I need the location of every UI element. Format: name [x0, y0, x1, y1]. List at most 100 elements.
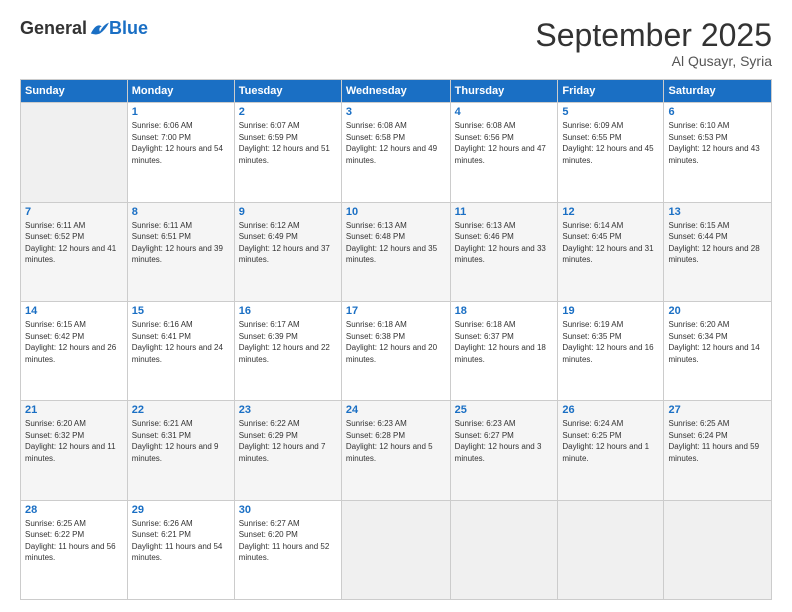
day-cell: 25 Sunrise: 6:23 AMSunset: 6:27 PMDayligh…	[450, 401, 558, 500]
day-cell: 29 Sunrise: 6:26 AMSunset: 6:21 PMDayligh…	[127, 500, 234, 599]
logo-blue-text: Blue	[109, 18, 148, 39]
day-cell: 24 Sunrise: 6:23 AMSunset: 6:28 PMDayligh…	[341, 401, 450, 500]
day-info: Sunrise: 6:18 AMSunset: 6:37 PMDaylight:…	[455, 319, 554, 365]
day-cell: 3 Sunrise: 6:08 AMSunset: 6:58 PMDaylight…	[341, 103, 450, 202]
header-cell-tuesday: Tuesday	[234, 80, 341, 103]
day-info: Sunrise: 6:13 AMSunset: 6:46 PMDaylight:…	[455, 220, 554, 266]
day-number: 10	[346, 206, 446, 218]
week-row-2: 14 Sunrise: 6:15 AMSunset: 6:42 PMDayligh…	[21, 301, 772, 400]
header-row: SundayMondayTuesdayWednesdayThursdayFrid…	[21, 80, 772, 103]
header-cell-wednesday: Wednesday	[341, 80, 450, 103]
day-info: Sunrise: 6:20 AMSunset: 6:32 PMDaylight:…	[25, 418, 123, 464]
day-info: Sunrise: 6:16 AMSunset: 6:41 PMDaylight:…	[132, 319, 230, 365]
day-number: 11	[455, 206, 554, 218]
day-cell: 18 Sunrise: 6:18 AMSunset: 6:37 PMDayligh…	[450, 301, 558, 400]
day-number: 28	[25, 504, 123, 516]
day-info: Sunrise: 6:17 AMSunset: 6:39 PMDaylight:…	[239, 319, 337, 365]
location-title: Al Qusayr, Syria	[535, 53, 772, 69]
day-number: 30	[239, 504, 337, 516]
day-info: Sunrise: 6:23 AMSunset: 6:27 PMDaylight:…	[455, 418, 554, 464]
header-cell-saturday: Saturday	[664, 80, 772, 103]
day-info: Sunrise: 6:11 AMSunset: 6:51 PMDaylight:…	[132, 220, 230, 266]
day-cell	[558, 500, 664, 599]
day-info: Sunrise: 6:09 AMSunset: 6:55 PMDaylight:…	[562, 120, 659, 166]
day-info: Sunrise: 6:10 AMSunset: 6:53 PMDaylight:…	[668, 120, 767, 166]
day-cell: 9 Sunrise: 6:12 AMSunset: 6:49 PMDaylight…	[234, 202, 341, 301]
day-number: 17	[346, 305, 446, 317]
day-cell	[21, 103, 128, 202]
day-number: 18	[455, 305, 554, 317]
day-info: Sunrise: 6:11 AMSunset: 6:52 PMDaylight:…	[25, 220, 123, 266]
day-info: Sunrise: 6:19 AMSunset: 6:35 PMDaylight:…	[562, 319, 659, 365]
day-number: 20	[668, 305, 767, 317]
logo-bird-icon	[89, 20, 109, 38]
day-cell: 8 Sunrise: 6:11 AMSunset: 6:51 PMDaylight…	[127, 202, 234, 301]
day-number: 4	[455, 106, 554, 118]
day-info: Sunrise: 6:23 AMSunset: 6:28 PMDaylight:…	[346, 418, 446, 464]
day-cell: 4 Sunrise: 6:08 AMSunset: 6:56 PMDaylight…	[450, 103, 558, 202]
day-number: 22	[132, 404, 230, 416]
day-info: Sunrise: 6:15 AMSunset: 6:42 PMDaylight:…	[25, 319, 123, 365]
day-cell: 22Sunrise: 6:21 AMSunset: 6:31 PMDayligh…	[127, 401, 234, 500]
day-info: Sunrise: 6:27 AMSunset: 6:20 PMDaylight:…	[239, 518, 337, 564]
day-number: 19	[562, 305, 659, 317]
day-info: Sunrise: 6:08 AMSunset: 6:56 PMDaylight:…	[455, 120, 554, 166]
day-cell: 13Sunrise: 6:15 AMSunset: 6:44 PMDayligh…	[664, 202, 772, 301]
day-cell: 19 Sunrise: 6:19 AMSunset: 6:35 PMDayligh…	[558, 301, 664, 400]
day-cell: 28 Sunrise: 6:25 AMSunset: 6:22 PMDayligh…	[21, 500, 128, 599]
day-cell: 11 Sunrise: 6:13 AMSunset: 6:46 PMDayligh…	[450, 202, 558, 301]
week-row-4: 28 Sunrise: 6:25 AMSunset: 6:22 PMDayligh…	[21, 500, 772, 599]
day-info: Sunrise: 6:12 AMSunset: 6:49 PMDaylight:…	[239, 220, 337, 266]
day-info: Sunrise: 6:26 AMSunset: 6:21 PMDaylight:…	[132, 518, 230, 564]
calendar-table: SundayMondayTuesdayWednesdayThursdayFrid…	[20, 79, 772, 600]
day-info: Sunrise: 6:13 AMSunset: 6:48 PMDaylight:…	[346, 220, 446, 266]
day-cell: 2 Sunrise: 6:07 AMSunset: 6:59 PMDaylight…	[234, 103, 341, 202]
day-number: 8	[132, 206, 230, 218]
day-info: Sunrise: 6:08 AMSunset: 6:58 PMDaylight:…	[346, 120, 446, 166]
day-cell: 5 Sunrise: 6:09 AMSunset: 6:55 PMDaylight…	[558, 103, 664, 202]
day-number: 6	[668, 106, 767, 118]
day-cell: 7 Sunrise: 6:11 AMSunset: 6:52 PMDaylight…	[21, 202, 128, 301]
day-cell: 15 Sunrise: 6:16 AMSunset: 6:41 PMDayligh…	[127, 301, 234, 400]
day-info: Sunrise: 6:15 AMSunset: 6:44 PMDaylight:…	[668, 220, 767, 266]
day-cell: 26Sunrise: 6:24 AMSunset: 6:25 PMDayligh…	[558, 401, 664, 500]
title-block: September 2025 Al Qusayr, Syria	[535, 18, 772, 69]
day-number: 24	[346, 404, 446, 416]
day-number: 14	[25, 305, 123, 317]
day-info: Sunrise: 6:25 AMSunset: 6:22 PMDaylight:…	[25, 518, 123, 564]
day-info: Sunrise: 6:06 AMSunset: 7:00 PMDaylight:…	[132, 120, 230, 166]
day-number: 3	[346, 106, 446, 118]
day-info: Sunrise: 6:24 AMSunset: 6:25 PMDaylight:…	[562, 418, 659, 464]
day-cell: 30 Sunrise: 6:27 AMSunset: 6:20 PMDayligh…	[234, 500, 341, 599]
day-info: Sunrise: 6:14 AMSunset: 6:45 PMDaylight:…	[562, 220, 659, 266]
day-info: Sunrise: 6:22 AMSunset: 6:29 PMDaylight:…	[239, 418, 337, 464]
day-number: 16	[239, 305, 337, 317]
day-number: 21	[25, 404, 123, 416]
header-cell-friday: Friday	[558, 80, 664, 103]
day-number: 1	[132, 106, 230, 118]
header-cell-thursday: Thursday	[450, 80, 558, 103]
week-row-1: 7 Sunrise: 6:11 AMSunset: 6:52 PMDaylight…	[21, 202, 772, 301]
day-number: 2	[239, 106, 337, 118]
day-number: 12	[562, 206, 659, 218]
day-cell: 10 Sunrise: 6:13 AMSunset: 6:48 PMDayligh…	[341, 202, 450, 301]
week-row-0: 1 Sunrise: 6:06 AMSunset: 7:00 PMDaylight…	[21, 103, 772, 202]
day-cell: 21 Sunrise: 6:20 AMSunset: 6:32 PMDayligh…	[21, 401, 128, 500]
day-number: 27	[668, 404, 767, 416]
day-info: Sunrise: 6:25 AMSunset: 6:24 PMDaylight:…	[668, 418, 767, 464]
header: General Blue September 2025 Al Qusayr, S…	[20, 18, 772, 69]
day-number: 9	[239, 206, 337, 218]
day-cell: 1 Sunrise: 6:06 AMSunset: 7:00 PMDaylight…	[127, 103, 234, 202]
day-cell	[450, 500, 558, 599]
day-number: 25	[455, 404, 554, 416]
logo: General Blue	[20, 18, 148, 39]
day-cell: 14 Sunrise: 6:15 AMSunset: 6:42 PMDayligh…	[21, 301, 128, 400]
day-number: 7	[25, 206, 123, 218]
day-number: 15	[132, 305, 230, 317]
logo-general-text: General	[20, 18, 87, 39]
day-number: 5	[562, 106, 659, 118]
header-cell-monday: Monday	[127, 80, 234, 103]
day-cell: 16 Sunrise: 6:17 AMSunset: 6:39 PMDayligh…	[234, 301, 341, 400]
day-info: Sunrise: 6:07 AMSunset: 6:59 PMDaylight:…	[239, 120, 337, 166]
day-number: 29	[132, 504, 230, 516]
